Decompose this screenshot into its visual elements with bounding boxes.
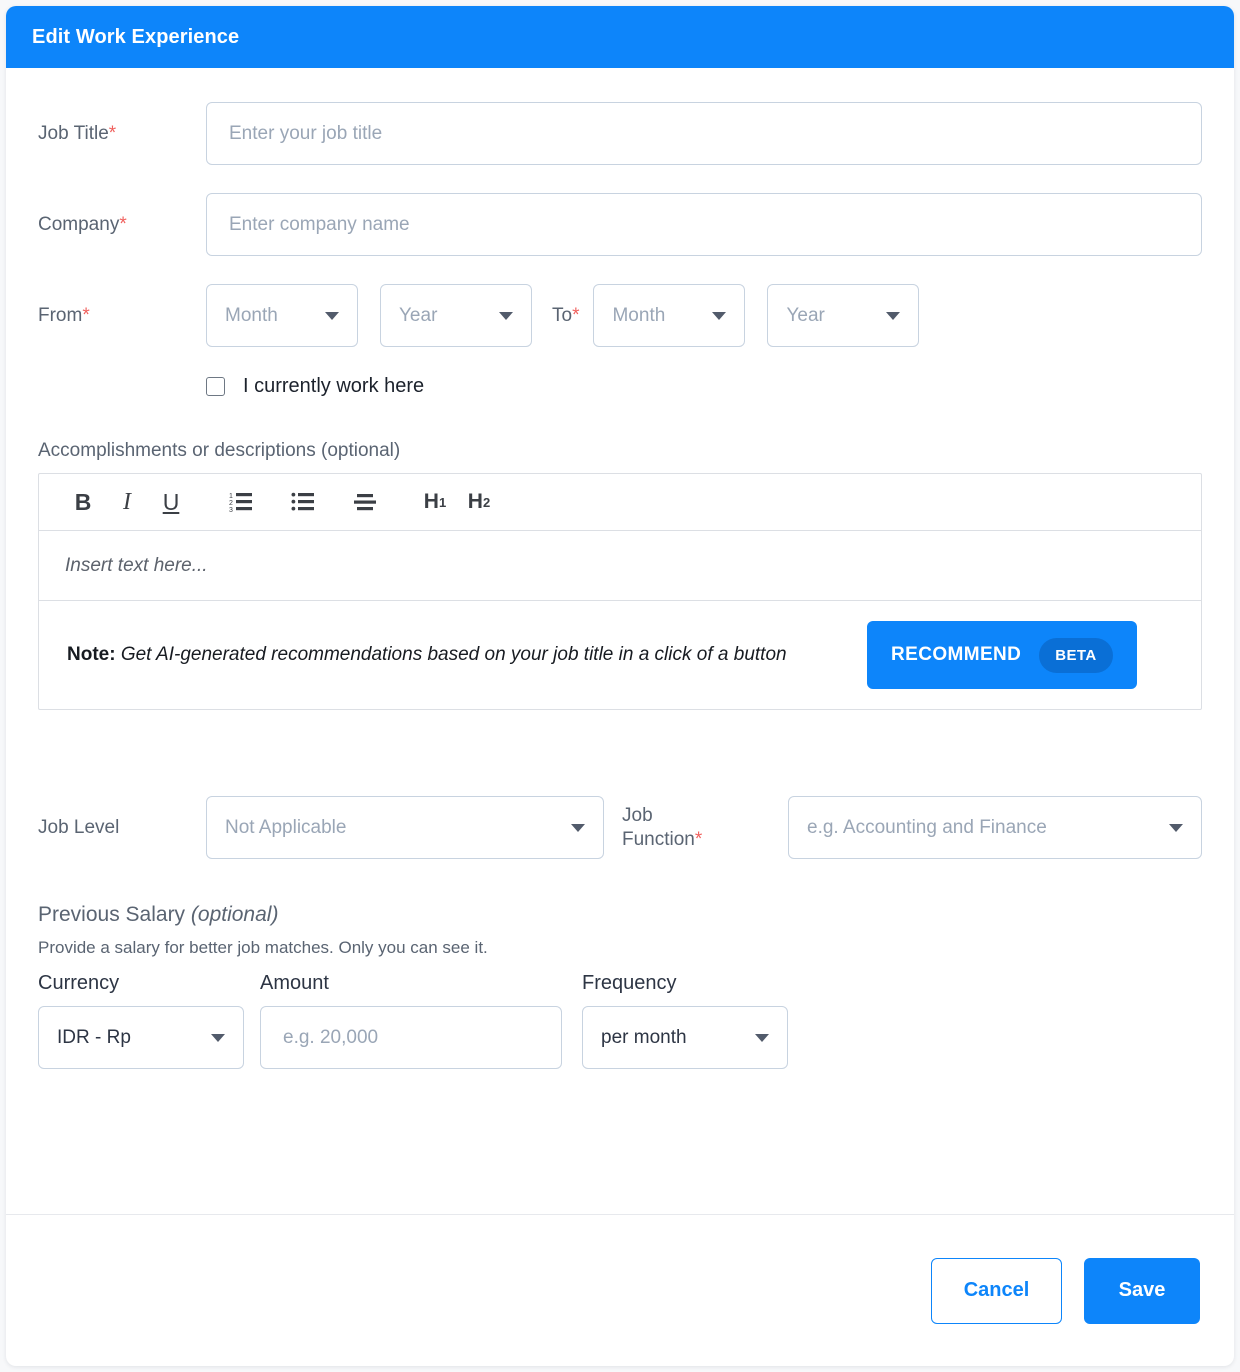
accomplishments-section: Accomplishments or descriptions (optiona… — [38, 440, 1202, 710]
chevron-down-icon — [571, 824, 585, 832]
chevron-down-icon — [755, 1034, 769, 1042]
to-label: To* — [552, 305, 579, 327]
align-center-icon[interactable] — [343, 482, 387, 522]
heading-1-number: 1 — [439, 495, 446, 510]
job-title-label: Job Title* — [38, 123, 206, 145]
bold-icon[interactable]: B — [61, 482, 105, 522]
beta-badge: BETA — [1039, 638, 1112, 673]
currently-work-label: I currently work here — [243, 375, 424, 398]
job-function-label-line1: Job — [622, 805, 653, 826]
previous-salary-title-text: Previous Salary — [38, 903, 191, 926]
to-year-select[interactable]: Year — [767, 284, 919, 347]
from-year-select[interactable]: Year — [380, 284, 532, 347]
required-asterisk: * — [119, 214, 126, 235]
editor-content-area[interactable]: Insert text here... — [39, 531, 1201, 601]
from-label-text: From — [38, 305, 82, 326]
salary-fields-row: Currency IDR - Rp Amount Frequency per m… — [38, 972, 1202, 1069]
job-function-value: e.g. Accounting and Finance — [807, 817, 1047, 839]
to-year-value: Year — [786, 305, 824, 327]
from-year-value: Year — [399, 305, 437, 327]
dialog-footer: Cancel Save — [6, 1214, 1234, 1366]
underline-icon[interactable]: U — [149, 482, 193, 522]
currently-work-checkbox[interactable] — [206, 377, 225, 396]
from-label: From* — [38, 305, 206, 327]
heading-1-letter: H — [424, 490, 439, 514]
job-level-select[interactable]: Not Applicable — [206, 796, 604, 859]
to-month-value: Month — [612, 305, 665, 327]
dialog-header: Edit Work Experience — [6, 6, 1234, 68]
company-label: Company* — [38, 214, 206, 236]
heading-2-icon[interactable]: H2 — [457, 482, 501, 522]
previous-salary-section: Previous Salary (optional) Provide a sal… — [38, 903, 1202, 1069]
previous-salary-title: Previous Salary (optional) — [38, 903, 1202, 927]
rich-text-editor: B I U 1 2 3 — [38, 473, 1202, 710]
heading-2-letter: H — [468, 490, 483, 514]
job-function-select[interactable]: e.g. Accounting and Finance — [788, 796, 1202, 859]
company-label-text: Company — [38, 214, 119, 235]
recommend-note-bar: Note: Get AI-generated recommendations b… — [39, 601, 1201, 709]
job-title-row: Job Title* — [38, 102, 1202, 165]
amount-field: Amount — [260, 972, 562, 1069]
company-input[interactable] — [206, 193, 1202, 256]
job-title-input[interactable] — [206, 102, 1202, 165]
to-label-text: To — [552, 305, 572, 326]
note-prefix: Note: — [67, 644, 116, 665]
from-month-select[interactable]: Month — [206, 284, 358, 347]
editor-toolbar: B I U 1 2 3 — [39, 474, 1201, 531]
currency-select[interactable]: IDR - Rp — [38, 1006, 244, 1069]
currently-work-row: I currently work here — [206, 375, 1202, 398]
chevron-down-icon — [1169, 824, 1183, 832]
from-month-value: Month — [225, 305, 278, 327]
svg-text:3: 3 — [229, 507, 233, 513]
edit-work-experience-dialog: Edit Work Experience Job Title* Company*… — [6, 6, 1234, 1366]
italic-icon[interactable]: I — [105, 482, 149, 522]
date-range-row: From* Month Year To* Month Year — [38, 284, 1202, 347]
job-title-label-text: Job Title — [38, 123, 109, 144]
previous-salary-optional: (optional) — [191, 903, 279, 926]
job-level-value: Not Applicable — [225, 817, 346, 839]
currency-value: IDR - Rp — [57, 1027, 131, 1049]
save-button[interactable]: Save — [1084, 1258, 1200, 1324]
bullet-list-icon[interactable] — [281, 482, 325, 522]
amount-input[interactable] — [260, 1006, 562, 1069]
chevron-down-icon — [325, 312, 339, 320]
dialog-body: Job Title* Company* From* Month Year To*… — [6, 68, 1234, 1214]
currency-label: Currency — [38, 972, 244, 995]
currency-field: Currency IDR - Rp — [38, 972, 244, 1069]
recommend-note-text: Note: Get AI-generated recommendations b… — [67, 640, 867, 669]
required-asterisk: * — [572, 305, 579, 326]
chevron-down-icon — [499, 312, 513, 320]
frequency-label: Frequency — [582, 972, 788, 995]
recommend-button-label: RECOMMEND — [891, 644, 1021, 666]
dialog-title: Edit Work Experience — [32, 26, 239, 49]
cancel-button[interactable]: Cancel — [931, 1258, 1062, 1324]
heading-1-icon[interactable]: H1 — [413, 482, 457, 522]
company-row: Company* — [38, 193, 1202, 256]
frequency-value: per month — [601, 1027, 687, 1049]
chevron-down-icon — [211, 1034, 225, 1042]
amount-label: Amount — [260, 972, 562, 995]
required-asterisk: * — [695, 829, 702, 850]
editor-placeholder-text: Insert text here... — [65, 555, 208, 577]
ordered-list-icon[interactable]: 1 2 3 — [219, 482, 263, 522]
to-month-select[interactable]: Month — [593, 284, 745, 347]
chevron-down-icon — [712, 312, 726, 320]
heading-2-number: 2 — [483, 495, 490, 510]
frequency-field: Frequency per month — [582, 972, 788, 1069]
recommend-button[interactable]: RECOMMEND BETA — [867, 621, 1137, 689]
job-function-label: Job Function* — [622, 804, 788, 852]
job-function-label-line2: Function — [622, 829, 695, 850]
svg-text:1: 1 — [229, 493, 233, 500]
job-level-label: Job Level — [38, 817, 206, 839]
previous-salary-subtitle: Provide a salary for better job matches.… — [38, 938, 1202, 958]
frequency-select[interactable]: per month — [582, 1006, 788, 1069]
note-body: Get AI-generated recommendations based o… — [116, 644, 787, 665]
required-asterisk: * — [82, 305, 89, 326]
svg-text:2: 2 — [229, 500, 233, 507]
accomplishments-caption: Accomplishments or descriptions (optiona… — [38, 440, 1202, 462]
chevron-down-icon — [886, 312, 900, 320]
job-level-function-row: Job Level Not Applicable Job Function* e.… — [38, 796, 1202, 859]
required-asterisk: * — [109, 123, 116, 144]
